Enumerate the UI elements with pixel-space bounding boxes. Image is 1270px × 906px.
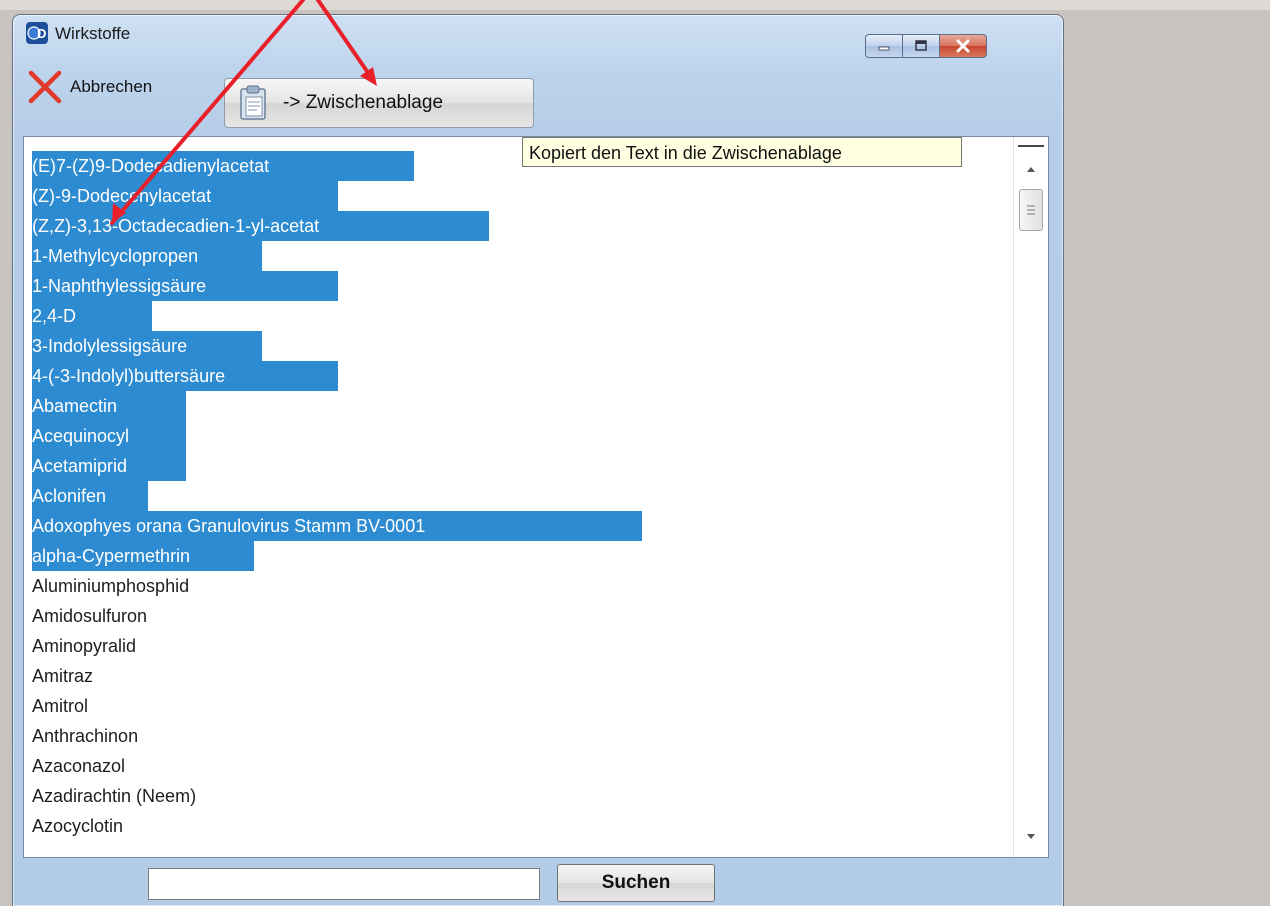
list-item[interactable]: alpha-Cypermethrin	[32, 541, 254, 571]
list-item[interactable]: Anthrachinon	[32, 721, 138, 751]
list-item[interactable]: 1-Methylcyclopropen	[32, 241, 262, 271]
scroll-top-line	[1018, 145, 1044, 151]
list-item[interactable]: 2,4-D	[32, 301, 152, 331]
search-input[interactable]	[148, 868, 540, 900]
4d-logo-icon: D	[26, 22, 48, 44]
list-item[interactable]: Acequinocyl	[32, 421, 186, 451]
list-item[interactable]: (Z,Z)-3,13-Octadecadien-1-yl-acetat	[32, 211, 489, 241]
copy-to-clipboard-button[interactable]: -> Zwischenablage	[224, 78, 534, 128]
list-item[interactable]: Aminopyralid	[32, 631, 136, 661]
grip-icon	[1027, 205, 1035, 215]
close-icon	[956, 39, 970, 53]
list-item[interactable]: Azocyclotin	[32, 811, 123, 841]
list-item[interactable]: Aluminiumphosphid	[32, 571, 189, 601]
list-item[interactable]: Acetamiprid	[32, 451, 186, 481]
copy-label: -> Zwischenablage	[283, 92, 444, 113]
list-item[interactable]: 3-Indolylessigsäure	[32, 331, 262, 361]
list-item[interactable]: Aclonifen	[32, 481, 148, 511]
maximize-icon	[915, 40, 927, 51]
list-item[interactable]: Amitraz	[32, 661, 93, 691]
wirkstoffe-listbox[interactable]: (E)7-(Z)9-Dodecadienylacetat (Z)-9-Dodece…	[24, 137, 1012, 857]
list-item[interactable]: (E)7-(Z)9-Dodecadienylacetat	[32, 151, 414, 181]
minimize-icon	[878, 46, 890, 51]
list-item[interactable]: (Z)-9-Dodecenylacetat	[32, 181, 338, 211]
cancel-button[interactable]: Abbrechen	[26, 64, 204, 110]
close-button[interactable]	[939, 34, 987, 58]
list-item[interactable]: 4-(-3-Indolyl)buttersäure	[32, 361, 338, 391]
window-title: Wirkstoffe	[55, 24, 131, 43]
red-x-icon	[28, 70, 62, 104]
maximize-button[interactable]	[902, 34, 940, 58]
vertical-scrollbar[interactable]	[1013, 137, 1048, 857]
list-item[interactable]: Amidosulfuron	[32, 601, 147, 631]
svg-text:D: D	[37, 26, 46, 41]
desktop-strip	[0, 0, 1270, 10]
clipboard-icon	[240, 85, 266, 120]
minimize-button[interactable]	[865, 34, 903, 58]
copy-tooltip: Kopiert den Text in die Zwischenablage	[522, 137, 962, 167]
list-item[interactable]: Azaconazol	[32, 751, 125, 781]
wirkstoffe-list-frame: (E)7-(Z)9-Dodecadienylacetat (Z)-9-Dodece…	[23, 136, 1049, 858]
list-item[interactable]: 1-Naphthylessigsäure	[32, 271, 338, 301]
search-button[interactable]: Suchen	[557, 864, 715, 902]
scroll-up-arrow-icon[interactable]	[1014, 159, 1048, 179]
list-item[interactable]: Amitrol	[32, 691, 88, 721]
list-item[interactable]: Adoxophyes orana Granulovirus Stamm BV-0…	[32, 511, 642, 541]
list-item[interactable]: Abamectin	[32, 391, 186, 421]
scroll-thumb[interactable]	[1019, 189, 1043, 231]
list-item[interactable]: Azadirachtin (Neem)	[32, 781, 196, 811]
scroll-down-arrow-icon[interactable]	[1014, 827, 1048, 847]
window-controls	[865, 34, 987, 58]
cancel-label: Abbrechen	[70, 77, 153, 96]
